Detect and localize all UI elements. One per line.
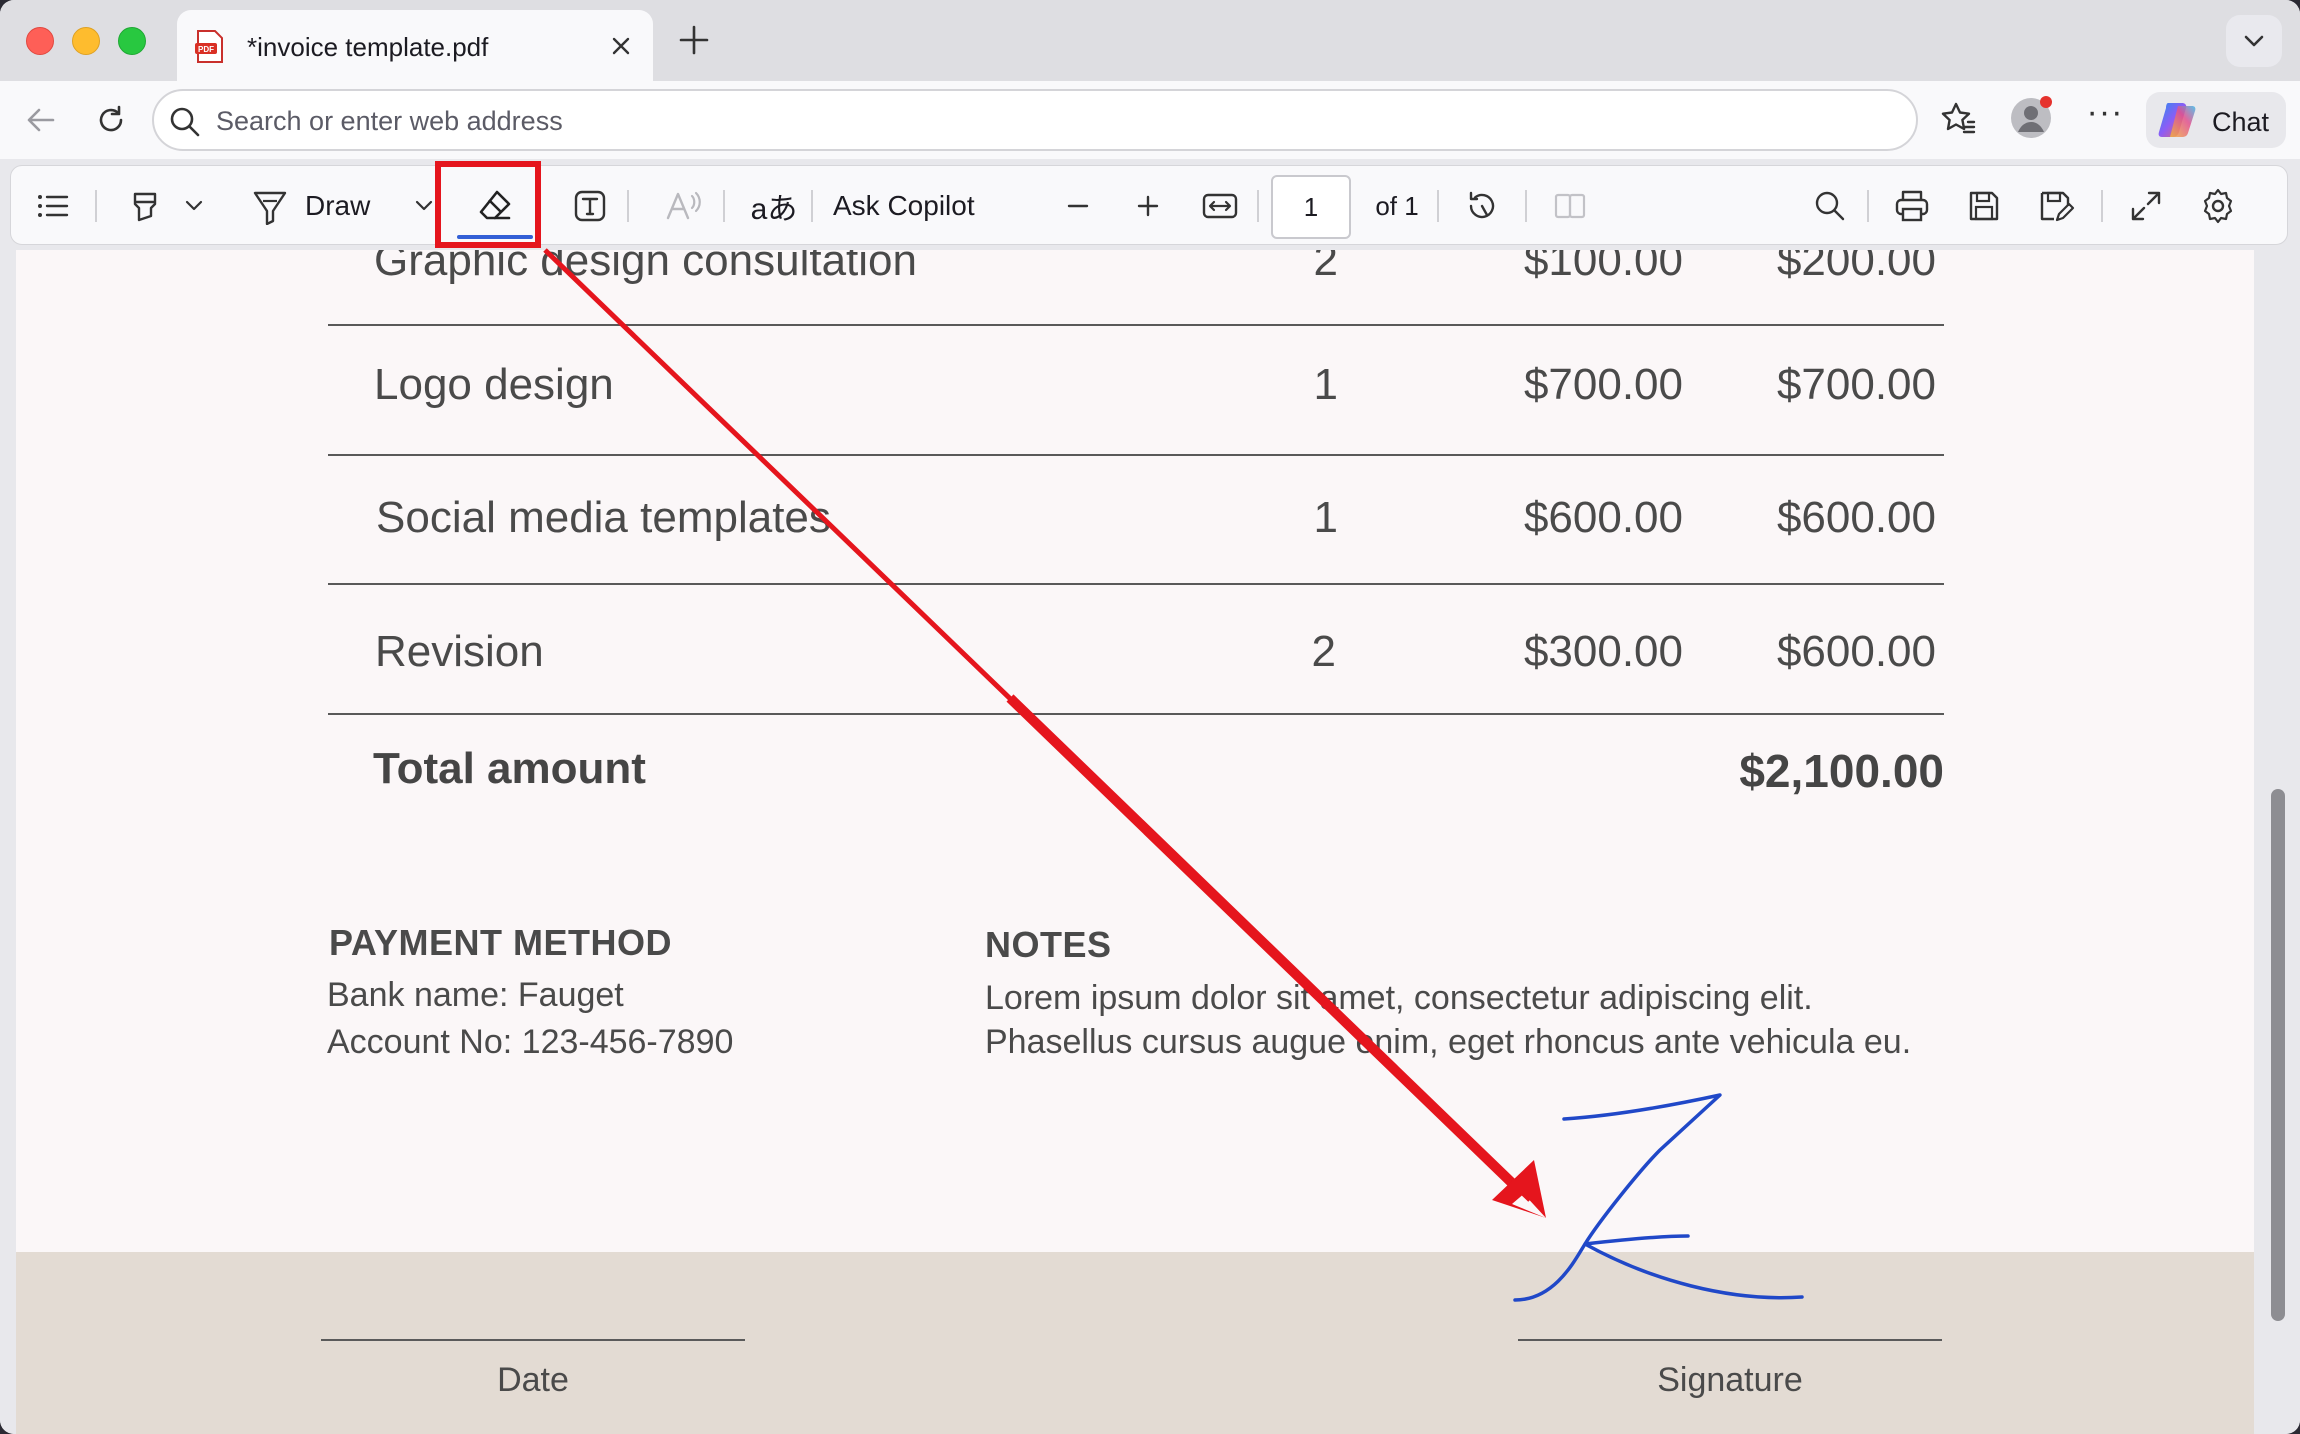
tab-invoice-template[interactable]: PDF *invoice template.pdf — [177, 10, 653, 81]
page-number-input[interactable] — [1271, 175, 1351, 239]
pdf-viewer: Draw aあ Ask Copilot 1 of 1 Graphic desig… — [0, 159, 2300, 1434]
print-icon[interactable] — [1887, 166, 1937, 246]
table-divider — [328, 713, 1944, 715]
copilot-icon — [2158, 103, 2196, 137]
item-total: $200.00 — [1776, 250, 1936, 285]
item-price: $300.00 — [1523, 627, 1683, 676]
signature-line — [1518, 1339, 1942, 1341]
item-total: $600.00 — [1776, 627, 1936, 676]
settings-gear-icon[interactable] — [2193, 166, 2243, 246]
more-options-icon[interactable]: ··· — [2083, 95, 2127, 141]
table-divider — [328, 454, 1944, 456]
toolbar-separator — [1257, 190, 1259, 222]
payment-method-title: PAYMENT METHOD — [329, 922, 673, 963]
tab-strip: PDF *invoice template.pdf — [0, 0, 2300, 81]
profile-avatar-icon[interactable] — [2008, 95, 2054, 141]
draw-label: Draw — [305, 190, 371, 221]
browser-window: PDF *invoice template.pdf Search or ente… — [0, 0, 2300, 1434]
item-price: $700.00 — [1523, 360, 1683, 409]
toolbar-separator — [95, 190, 97, 222]
close-icon[interactable] — [607, 32, 635, 60]
highlight-icon[interactable] — [119, 166, 171, 246]
zoom-out-icon[interactable] — [1055, 166, 1101, 246]
text-box-icon[interactable] — [559, 166, 621, 246]
chat-label: Chat — [2212, 107, 2270, 137]
fit-to-width-icon[interactable] — [1195, 166, 1245, 246]
toolbar-separator — [811, 190, 813, 222]
item-description: Graphic design consultation — [374, 250, 917, 285]
page-footer-band — [16, 1252, 2254, 1434]
page-count-label: of 1 — [1375, 190, 1419, 221]
draw-pen-icon[interactable] — [247, 166, 293, 246]
contents-list-icon[interactable] — [31, 166, 75, 246]
toolbar-separator — [1525, 190, 1527, 222]
chevron-down-icon — [2244, 35, 2264, 47]
total-amount-label: Total amount — [373, 744, 646, 793]
list-all-tabs-button[interactable] — [2226, 15, 2282, 67]
item-total: $600.00 — [1776, 493, 1936, 542]
item-quantity: 1 — [1313, 360, 1338, 409]
toolbar-separator — [1437, 190, 1439, 222]
item-price: $100.00 — [1523, 250, 1683, 285]
signature-caption: Signature — [1657, 1361, 1803, 1399]
read-aloud-icon[interactable] — [651, 166, 717, 246]
fullscreen-expand-icon[interactable] — [2121, 166, 2171, 246]
ask-copilot-label: Ask Copilot — [833, 190, 975, 221]
toolbar-separator — [627, 190, 629, 222]
search-icon — [170, 107, 200, 137]
rotate-icon[interactable] — [1457, 166, 1507, 246]
notes-title: NOTES — [985, 924, 1112, 965]
item-quantity: 2 — [1313, 250, 1338, 285]
page-count: of 1 — [1367, 166, 1427, 246]
pdf-toolbar: Draw aあ Ask Copilot 1 of 1 — [10, 165, 2288, 245]
address-input[interactable] — [216, 104, 1866, 138]
toolbar-separator — [2101, 190, 2103, 222]
toolbar-separator — [723, 190, 725, 222]
draw-button[interactable]: Draw — [305, 166, 395, 246]
page-view-icon[interactable] — [1545, 166, 1595, 246]
item-total: $700.00 — [1776, 360, 1936, 409]
zoom-in-icon[interactable] — [1125, 166, 1171, 246]
address-bar[interactable] — [152, 89, 1918, 151]
reload-icon[interactable] — [90, 99, 132, 141]
bank-name: Bank name: Fauget — [327, 976, 624, 1014]
navigation-toolbar: ··· Chat — [0, 81, 2300, 159]
favorites-star-icon[interactable] — [1938, 99, 1978, 139]
back-arrow-icon[interactable] — [20, 99, 62, 141]
date-line — [321, 1339, 745, 1341]
new-tab-plus-icon[interactable] — [676, 22, 712, 58]
item-description: Revision — [375, 627, 544, 676]
window-minimize-button[interactable] — [72, 27, 100, 55]
item-description: Logo design — [374, 360, 614, 409]
table-divider — [328, 583, 1944, 585]
ask-copilot-button[interactable]: Ask Copilot — [833, 166, 1013, 246]
item-quantity: 2 — [1311, 627, 1336, 676]
save-as-icon[interactable] — [2031, 166, 2081, 246]
eraser-highlight-box — [435, 161, 541, 248]
vertical-scrollbar-thumb[interactable] — [2271, 789, 2285, 1321]
tab-title: *invoice template.pdf — [247, 32, 489, 62]
total-amount-value: $2,100.00 — [1739, 745, 1944, 797]
item-description: Social media templates — [376, 493, 831, 542]
account-number: Account No: 123-456-7890 — [327, 1023, 734, 1061]
find-search-icon[interactable] — [1805, 166, 1855, 246]
notes-line-2: Phasellus cursus augue enim, eget rhoncu… — [985, 1023, 1912, 1061]
pdf-page: Graphic design consultation 2 $100.00 $2… — [16, 250, 2254, 1434]
highlight-options-chevron-icon[interactable] — [177, 166, 211, 246]
svg-text:PDF: PDF — [198, 45, 214, 54]
table-divider — [328, 324, 1944, 326]
item-price: $600.00 — [1523, 493, 1683, 542]
notes-line-1: Lorem ipsum dolor sit amet, consectetur … — [985, 979, 1813, 1017]
window-close-button[interactable] — [26, 27, 54, 55]
date-caption: Date — [497, 1361, 569, 1399]
save-icon[interactable] — [1959, 166, 2009, 246]
item-quantity: 1 — [1313, 493, 1338, 542]
window-maximize-button[interactable] — [118, 27, 146, 55]
copilot-chat-button[interactable]: Chat — [2146, 92, 2286, 148]
pdf-file-icon: PDF — [195, 30, 223, 63]
translate-icon[interactable]: aあ — [743, 166, 805, 246]
toolbar-separator — [1867, 190, 1869, 222]
